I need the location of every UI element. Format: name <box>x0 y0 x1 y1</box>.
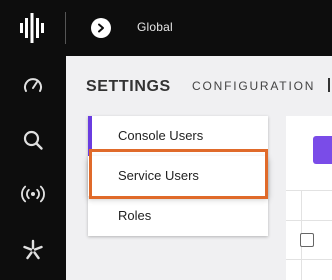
nav-item-search[interactable] <box>21 128 45 152</box>
menu-item-roles[interactable]: Roles <box>88 196 268 236</box>
scope-navigate-button[interactable] <box>91 18 111 38</box>
main-content: SETTINGS CONFIGURATION Console Users Ser… <box>66 56 332 280</box>
top-bar: Global <box>0 0 332 56</box>
primary-action-button[interactable] <box>313 136 332 164</box>
chevron-right-icon <box>98 23 104 33</box>
left-nav <box>0 56 66 280</box>
tab-configuration[interactable]: CONFIGURATION <box>192 79 315 93</box>
gauge-icon <box>24 78 42 92</box>
nav-item-dashboard[interactable] <box>21 74 45 98</box>
asterisk-icon <box>23 239 43 260</box>
table-divider <box>286 220 332 221</box>
select-row-checkbox[interactable] <box>300 233 314 247</box>
table-divider <box>286 259 332 260</box>
users-table-panel <box>286 116 332 280</box>
scope-label[interactable]: Global <box>137 20 173 34</box>
nav-item-integrations[interactable] <box>21 238 45 262</box>
tab-next-cut[interactable] <box>328 78 330 92</box>
page-title: SETTINGS <box>86 78 171 95</box>
nav-item-network[interactable] <box>21 182 45 206</box>
broadcast-icon <box>21 185 45 203</box>
search-icon <box>23 130 43 150</box>
table-divider <box>286 190 332 191</box>
topbar-divider <box>65 12 66 44</box>
brand-logo-icon[interactable] <box>20 13 44 43</box>
highlight-outline <box>89 149 268 199</box>
